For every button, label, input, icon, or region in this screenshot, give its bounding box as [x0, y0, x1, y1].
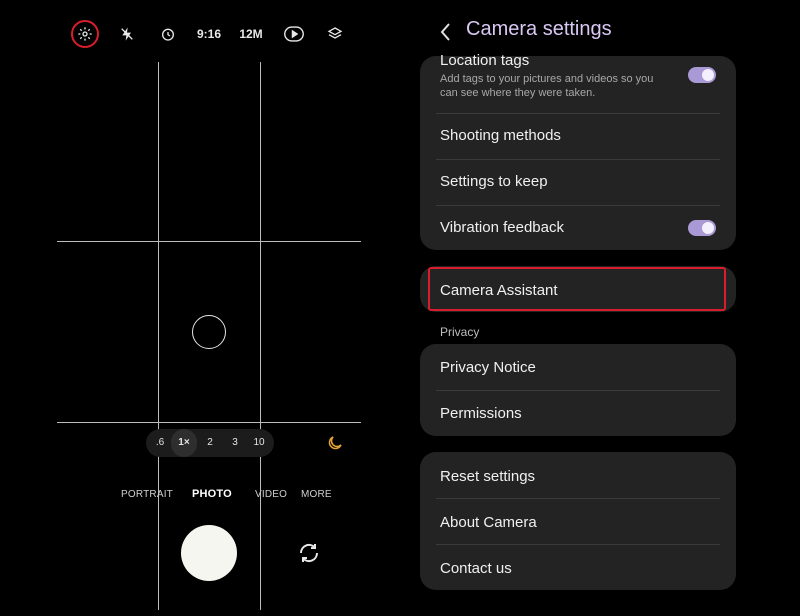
setting-label: Contact us	[440, 560, 512, 577]
settings-gear-button[interactable]	[71, 20, 99, 48]
settings-group-privacy: Privacy Notice Permissions	[420, 344, 736, 436]
zoom-selector: .6 1× 2 3 10	[146, 429, 274, 457]
flash-button[interactable]	[118, 22, 136, 46]
timer-button[interactable]	[158, 22, 178, 46]
resolution-button[interactable]: 12M	[238, 22, 264, 46]
mode-more[interactable]: MORE	[301, 489, 332, 500]
location-tags-toggle[interactable]	[688, 67, 716, 83]
setting-label: About Camera	[440, 514, 537, 531]
setting-label: Reset settings	[440, 468, 536, 485]
flash-off-icon	[121, 27, 133, 41]
motion-photo-button[interactable]	[283, 22, 305, 46]
grid-line-vertical	[260, 62, 261, 610]
gear-icon	[78, 27, 92, 41]
camera-viewfinder: 9:16 12M .6 1× 2 3 10 PORTRAIT PHOTO VID…	[0, 0, 400, 616]
mode-photo[interactable]: PHOTO	[192, 488, 232, 500]
setting-settings-to-keep[interactable]: Settings to keep	[440, 160, 720, 205]
switch-camera-icon	[299, 543, 319, 563]
grid-line-horizontal	[57, 241, 361, 242]
setting-vibration-feedback[interactable]: Vibration feedback	[440, 206, 720, 250]
switch-camera-button[interactable]	[297, 541, 321, 565]
mode-portrait[interactable]: PORTRAIT	[121, 489, 173, 500]
setting-location-tags[interactable]: Location tags Add tags to your pictures …	[440, 52, 720, 110]
mode-video[interactable]: VIDEO	[255, 489, 287, 500]
grid-line-horizontal	[57, 422, 361, 423]
night-mode-button[interactable]	[326, 434, 344, 452]
setting-label: Camera Assistant	[440, 282, 558, 299]
setting-label: Shooting methods	[440, 127, 561, 144]
settings-group-about: Reset settings About Camera Contact us	[420, 452, 736, 590]
timer-icon	[162, 28, 174, 41]
setting-label: Settings to keep	[440, 173, 548, 190]
settings-group-general: Location tags Add tags to your pictures …	[420, 52, 736, 250]
page-title: Camera settings	[466, 18, 612, 40]
setting-about-camera[interactable]: About Camera	[440, 498, 720, 544]
setting-label: Permissions	[440, 405, 522, 422]
setting-description: Add tags to your pictures and videos so …	[440, 73, 654, 99]
focus-ring[interactable]	[192, 315, 226, 349]
chevron-left-icon	[440, 23, 450, 41]
setting-privacy-notice[interactable]: Privacy Notice	[440, 344, 720, 390]
zoom-option[interactable]: .6	[149, 429, 171, 457]
section-header-privacy: Privacy	[440, 325, 480, 339]
zoom-option[interactable]: 3	[224, 429, 246, 457]
layers-icon	[327, 27, 343, 39]
setting-label: Vibration feedback	[440, 219, 564, 236]
setting-label: Location tags	[440, 52, 530, 69]
moon-icon	[328, 436, 342, 450]
shutter-button[interactable]	[181, 525, 237, 581]
setting-contact-us[interactable]: Contact us	[440, 544, 720, 590]
filters-button[interactable]	[324, 22, 346, 46]
back-button[interactable]	[436, 20, 456, 44]
aspect-ratio-button[interactable]: 9:16	[196, 22, 222, 46]
setting-reset-settings[interactable]: Reset settings	[440, 452, 720, 498]
zoom-option-selected[interactable]: 1×	[171, 429, 197, 457]
zoom-option[interactable]: 10	[248, 429, 270, 457]
setting-label: Privacy Notice	[440, 359, 536, 376]
setting-permissions[interactable]: Permissions	[440, 390, 720, 436]
setting-shooting-methods[interactable]: Shooting methods	[440, 114, 720, 159]
grid-line-vertical	[158, 62, 159, 610]
setting-camera-assistant[interactable]: Camera Assistant	[428, 267, 726, 311]
vibration-feedback-toggle[interactable]	[688, 220, 716, 236]
zoom-option[interactable]: 2	[199, 429, 221, 457]
motion-photo-icon	[284, 26, 304, 42]
